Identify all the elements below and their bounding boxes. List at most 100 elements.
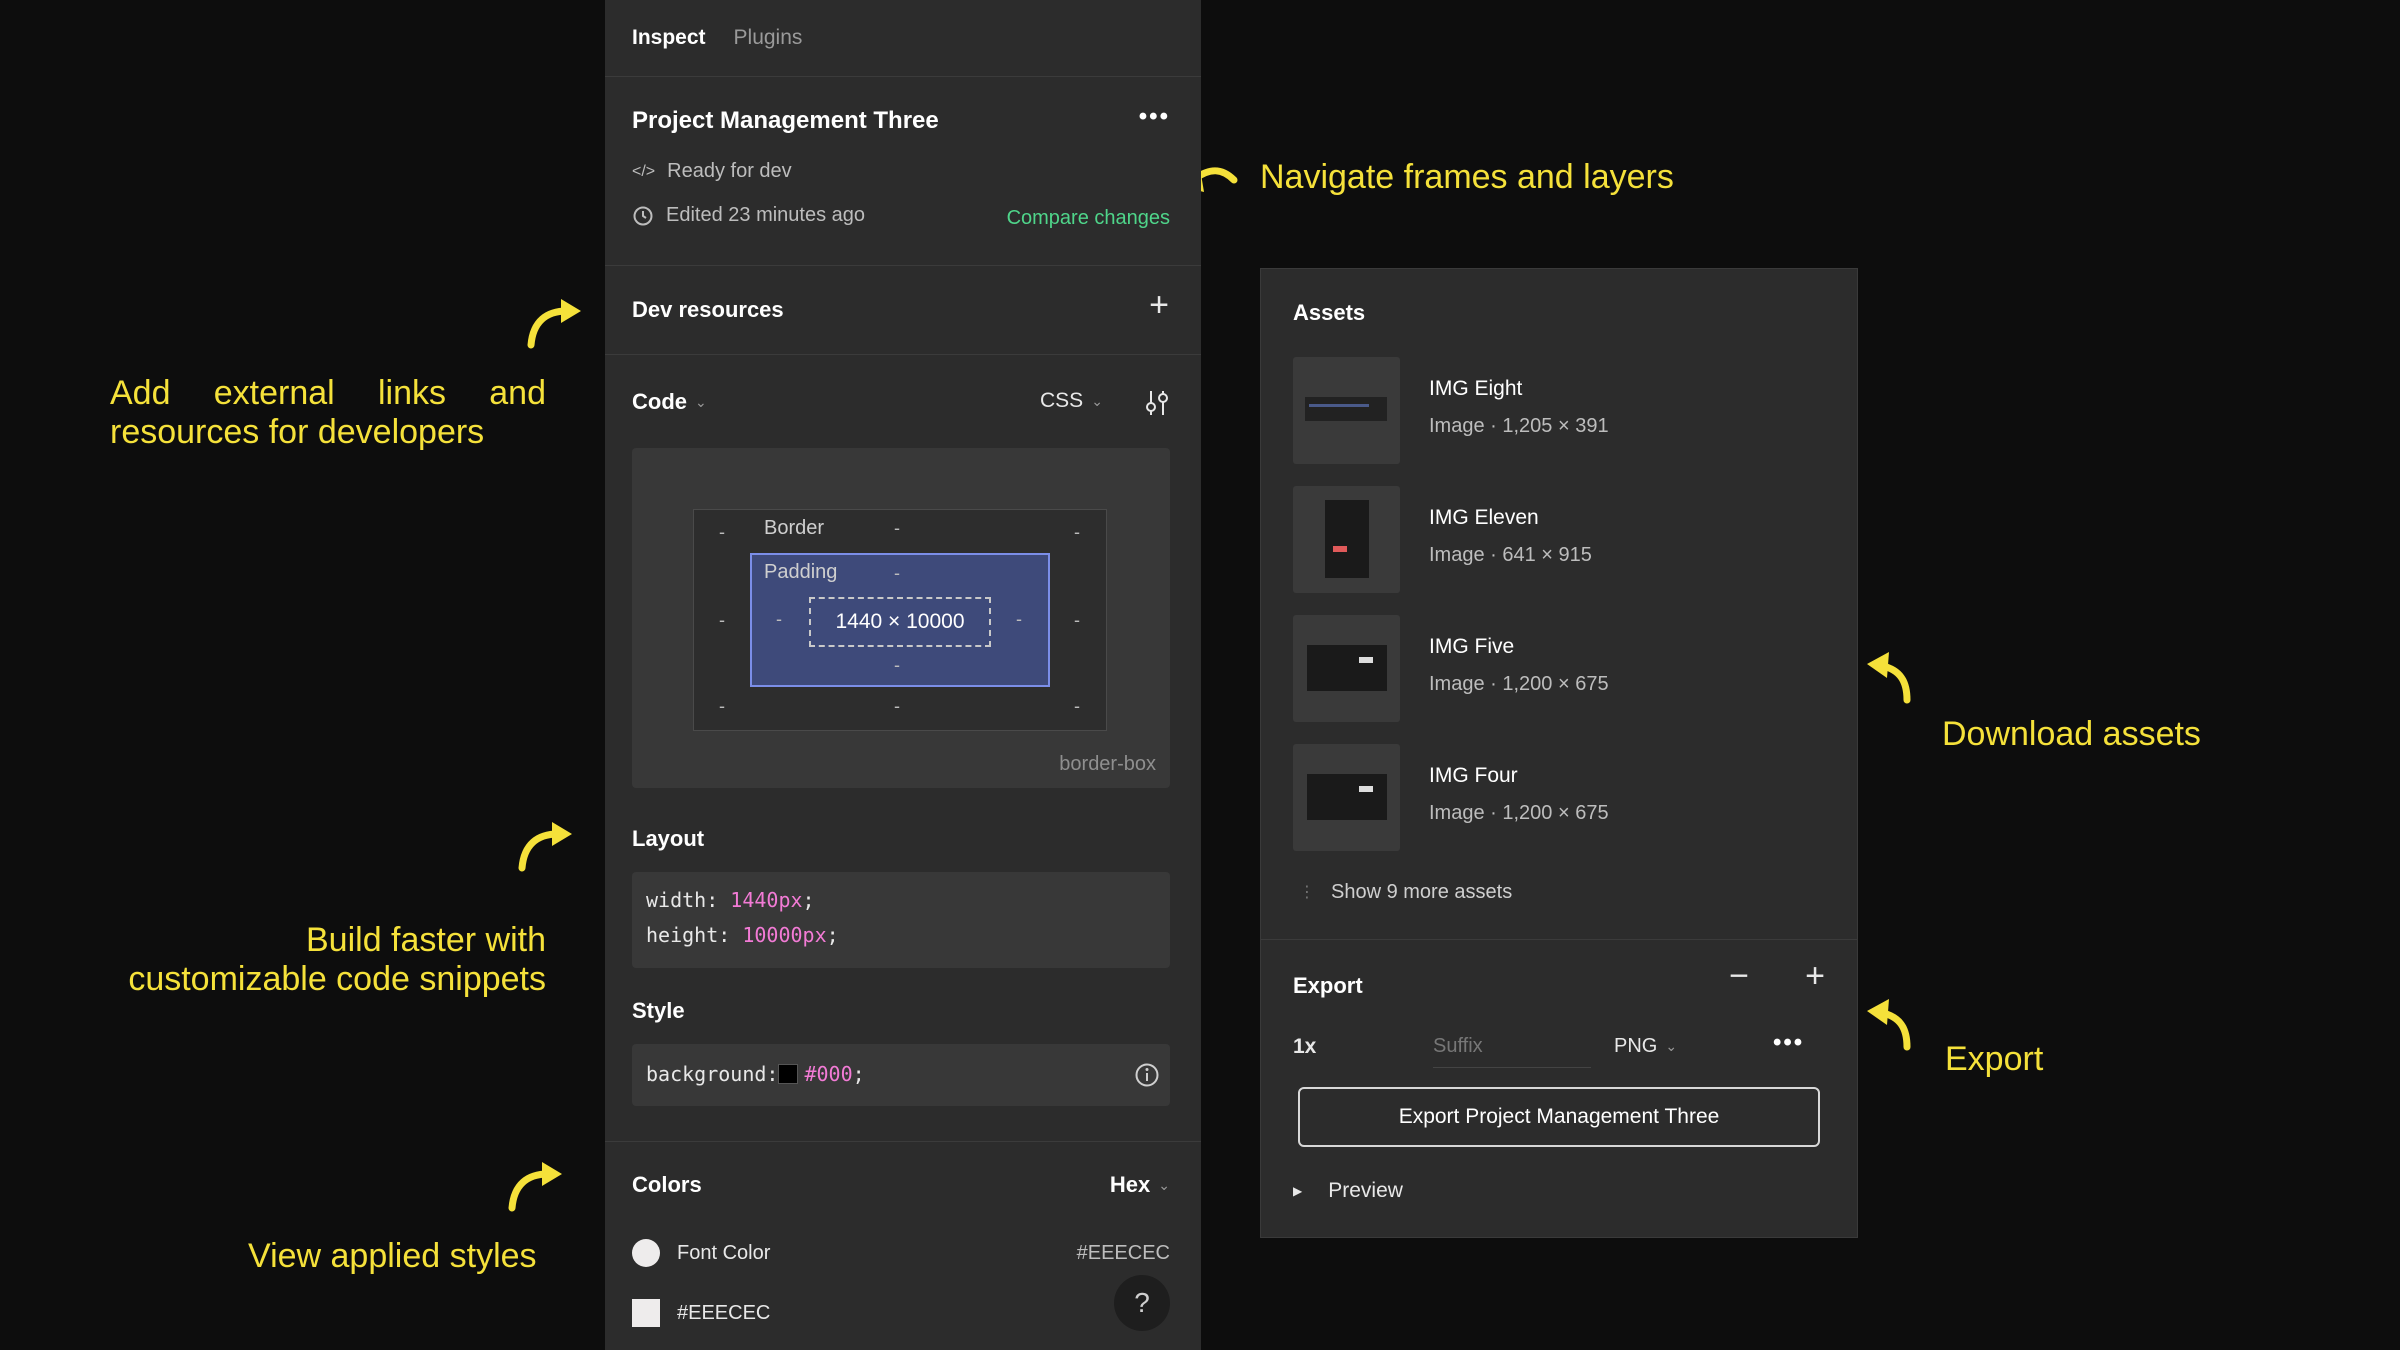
margin-top-right-value: - — [1074, 522, 1080, 542]
assets-title: Assets — [1293, 300, 1366, 325]
history-icon — [633, 206, 653, 225]
show-more-assets[interactable]: ⋮ Show 9 more assets — [1299, 881, 1512, 904]
code-semicolon: ; — [852, 1062, 865, 1086]
compare-changes-link[interactable]: Compare changes — [1007, 207, 1170, 230]
asset-item[interactable]: IMG Five Image · 1,200 × 675 — [1293, 615, 1837, 722]
code-prop: height: — [646, 923, 743, 947]
language-dropdown[interactable]: CSS ⌄ — [1040, 389, 1103, 413]
asset-item[interactable]: IMG Eleven Image · 641 × 915 — [1293, 486, 1837, 593]
annotation-line: Add external links and — [110, 374, 546, 412]
asset-item[interactable]: IMG Eight Image · 1,205 × 391 — [1293, 357, 1837, 464]
remove-export-icon[interactable]: − — [1729, 957, 1749, 996]
export-title: Export — [1293, 973, 1363, 998]
box-sizing-label: border-box — [1059, 753, 1156, 775]
code-prop: width: — [646, 888, 731, 912]
asset-name: IMG Four — [1429, 764, 1518, 787]
curved-arrow-icon — [518, 822, 572, 872]
export-scale[interactable]: 1x — [1293, 1035, 1316, 1059]
color-swatch-square — [632, 1299, 660, 1327]
code-value: 10000px — [742, 923, 827, 947]
annotation-dev-resources: Add external links and resources for dev… — [110, 374, 546, 452]
inspect-panel: Inspect Plugins Project Management Three… — [605, 0, 1201, 1350]
suffix-placeholder: Suffix — [1433, 1035, 1483, 1057]
tab-plugins[interactable]: Plugins — [734, 26, 803, 50]
code-line-width: width: 1440px; — [646, 888, 815, 912]
export-format-dropdown[interactable]: PNG ⌄ — [1614, 1035, 1677, 1058]
edited-label: Edited 23 minutes ago — [666, 204, 866, 226]
language-label: CSS — [1040, 389, 1084, 412]
code-prop: background: — [646, 1062, 779, 1086]
border-right-value: - — [1074, 610, 1080, 630]
border-label: Border — [764, 517, 825, 539]
border-bottom-value: - — [894, 696, 900, 716]
code-value: 1440px — [730, 888, 803, 912]
margin-bottom-right-value: - — [1074, 696, 1080, 716]
add-export-icon[interactable]: + — [1805, 957, 1825, 996]
caret-right-icon: ▶ — [1293, 1184, 1303, 1198]
padding-top-value: - — [894, 563, 900, 583]
annotation-line: customizable code snippets — [128, 960, 546, 998]
export-button[interactable]: Export Project Management Three — [1298, 1087, 1820, 1147]
color-label: #EEECEC — [677, 1302, 771, 1324]
export-format-label: PNG — [1614, 1035, 1658, 1057]
asset-meta: Image · 1,200 × 675 — [1429, 802, 1609, 824]
asset-thumbnail — [1293, 615, 1400, 722]
tab-inspect[interactable]: Inspect — [632, 26, 706, 50]
padding-label: Padding — [764, 561, 838, 583]
color-label: Font Color — [677, 1242, 771, 1264]
export-more-icon[interactable]: ••• — [1773, 1029, 1804, 1057]
asset-meta: Image · 1,200 × 675 — [1429, 673, 1609, 695]
dev-resources-title: Dev resources — [632, 297, 784, 322]
annotation-line: Build faster with — [306, 921, 546, 959]
box-model-padding: Padding - - - - 1440 × 10000 — [750, 553, 1050, 687]
color-value: #EEECEC — [1076, 1242, 1170, 1264]
chevron-down-icon: ⌄ — [1158, 1176, 1170, 1193]
layout-title: Layout — [632, 826, 705, 851]
suffix-input[interactable]: Suffix — [1433, 1025, 1591, 1068]
settings-sliders-icon[interactable] — [1143, 388, 1171, 418]
color-row[interactable]: #EEECEC — [632, 1296, 1170, 1330]
vertical-dots-icon: ⋮ — [1299, 883, 1315, 901]
info-icon[interactable] — [1134, 1062, 1160, 1088]
frame-header: Project Management Three ••• </> Ready f… — [605, 77, 1201, 266]
curved-arrow-icon — [508, 1162, 562, 1212]
style-title: Style — [632, 998, 685, 1023]
panel-tabs: Inspect Plugins — [605, 0, 1201, 77]
code-value: #000 — [804, 1062, 853, 1086]
curved-arrow-up-icon — [1867, 999, 1911, 1051]
curved-arrow-icon — [527, 299, 581, 349]
help-button[interactable]: ? — [1114, 1275, 1170, 1331]
code-title: Code — [632, 389, 687, 414]
colors-section: Colors Hex ⌄ Font Color #EEECEC #EEECEC … — [605, 1142, 1201, 1350]
code-semicolon: ; — [826, 923, 839, 947]
asset-item[interactable]: IMG Four Image · 1,200 × 675 — [1293, 744, 1837, 851]
divider — [1261, 939, 1857, 940]
code-icon: </> — [632, 162, 656, 180]
asset-meta: Image · 641 × 915 — [1429, 544, 1592, 566]
color-swatch-circle — [632, 1239, 660, 1267]
annotation-navigate: Navigate frames and layers — [1260, 158, 1674, 196]
box-model-content-size: 1440 × 10000 — [809, 597, 991, 647]
color-format-label: Hex — [1109, 1172, 1151, 1197]
curved-arrow-up-icon — [1867, 652, 1911, 704]
asset-name: IMG Eleven — [1429, 506, 1539, 529]
asset-thumbnail — [1293, 486, 1400, 593]
dev-status-label: Ready for dev — [667, 160, 792, 182]
show-more-label: Show 9 more assets — [1331, 881, 1513, 903]
chevron-down-icon: ⌄ — [1091, 392, 1103, 409]
add-resource-icon[interactable]: + — [1149, 286, 1169, 325]
preview-toggle[interactable]: ▶ Preview — [1293, 1179, 1403, 1203]
code-dropdown[interactable]: Code ⌄ — [632, 389, 707, 415]
asset-thumbnail — [1293, 744, 1400, 851]
annotation-build-faster: Build faster with customizable code snip… — [100, 921, 546, 999]
layout-code-block[interactable]: width: 1440px; height: 10000px; — [632, 872, 1170, 968]
color-format-dropdown[interactable]: Hex ⌄ — [1110, 1172, 1170, 1198]
more-options-icon[interactable]: ••• — [1139, 103, 1170, 131]
padding-bottom-value: - — [894, 655, 900, 675]
color-swatch — [778, 1064, 799, 1084]
border-top-value: - — [894, 518, 900, 538]
style-code-block[interactable]: background: #000; — [632, 1044, 1170, 1106]
annotation-download: Download assets — [1942, 715, 2201, 753]
padding-right-value: - — [1016, 609, 1022, 629]
color-row[interactable]: Font Color #EEECEC — [632, 1236, 1170, 1270]
